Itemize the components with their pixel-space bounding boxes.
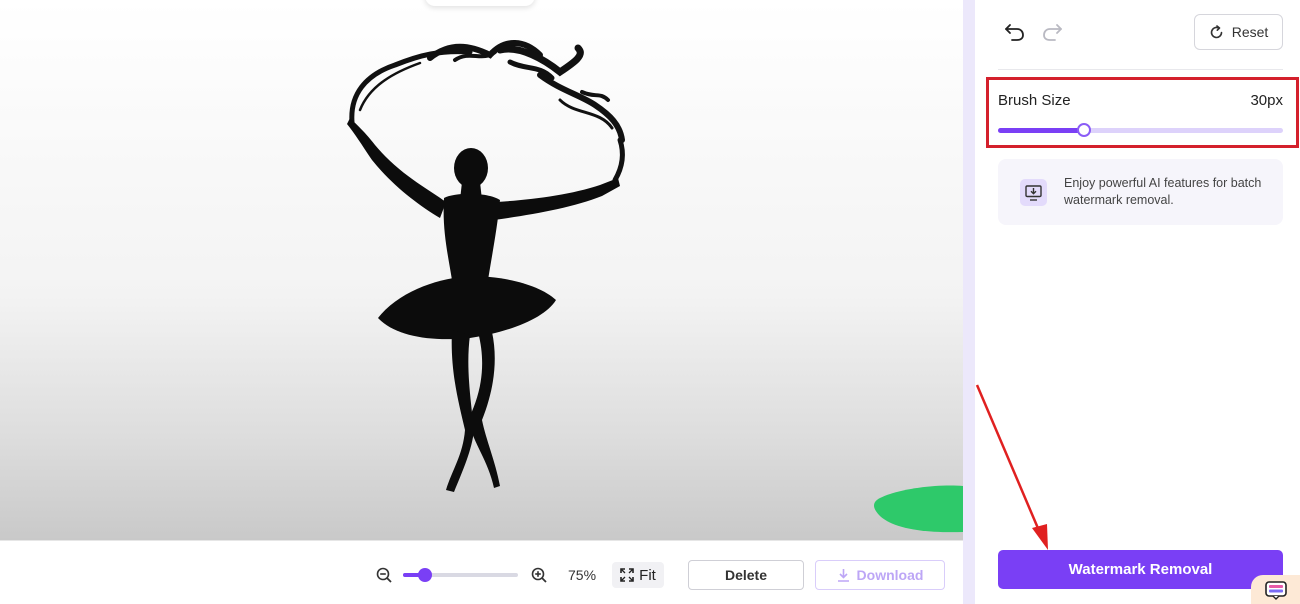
reset-label: Reset [1231,24,1269,40]
download-label: Download [856,567,924,583]
watermark-remover-app: 75% Fit Delete Download Reset Brush Size… [0,0,1300,604]
monitor-download-icon [1020,179,1047,206]
panel-separator [998,69,1283,70]
fit-screen-icon [620,568,634,582]
brush-size-label: Brush Size [998,92,1071,109]
brush-size-highlight-box [986,77,1299,148]
watermark-removal-label: Watermark Removal [1068,561,1213,578]
redo-icon[interactable] [1041,22,1063,42]
chat-icon [1264,580,1287,600]
zoom-percentage: 75% [568,567,597,583]
zoom-in-icon[interactable] [531,567,547,583]
download-icon [837,569,849,582]
fit-label: Fit [639,566,656,584]
brush-size-slider[interactable] [998,123,1283,137]
zoom-out-icon[interactable] [376,567,392,583]
brush-size-value: 30px [1250,92,1283,109]
panel-divider [963,0,975,604]
reset-icon [1210,24,1223,38]
brush-slider-fill [998,128,1084,133]
fit-button[interactable]: Fit [612,562,664,588]
watermark-removal-button[interactable]: Watermark Removal [998,550,1283,589]
delete-label: Delete [724,567,768,583]
ballerina-image [347,40,963,533]
zoom-slider[interactable] [403,568,518,582]
reset-button[interactable]: Reset [1194,14,1283,50]
batch-promo-card[interactable]: Enjoy powerful AI features for batch wat… [998,159,1283,225]
promo-text: Enjoy powerful AI features for batch wat… [1064,176,1262,207]
bottom-toolbar: 75% Fit Delete Download [0,540,963,604]
chat-assistant-button[interactable] [1251,575,1300,604]
brush-slider-handle[interactable] [1076,123,1091,137]
download-button[interactable]: Download [815,560,945,590]
undo-icon[interactable] [1004,22,1026,42]
brush-mark [874,485,963,533]
image-canvas[interactable] [0,0,963,540]
smoke-trail [349,40,625,183]
zoom-slider-handle[interactable] [417,568,432,582]
ballerina-silhouette [347,118,620,492]
delete-button[interactable]: Delete [688,560,804,590]
